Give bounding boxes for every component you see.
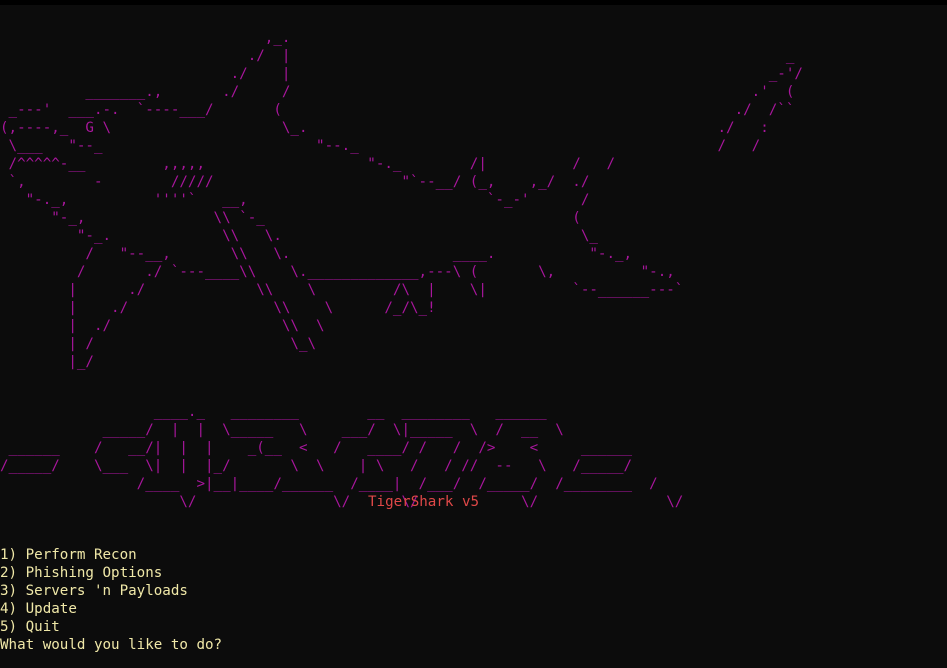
menu-item-perform-recon: 1) Perform Recon [0,547,137,563]
terminal-top-border [0,0,947,5]
logo-text: ____._ ________ __ ________ ______ _____… [0,404,684,510]
shark-ascii-art: ,_. ./ | _ ./ | _-'/ _______., ./ / .' (… [0,30,803,370]
version-label: TigerShark v5 [368,494,480,510]
main-menu: 1) Perform Recon 2) Phishing Options 3) … [0,546,222,654]
input-prompt[interactable]: What would you like to do? [0,636,222,654]
menu-item-phishing-options: 2) Phishing Options [0,565,163,581]
menu-item-update: 4) Update [0,601,77,617]
terminal-window[interactable]: ,_. ./ | _ ./ | _-'/ _______., ./ / .' (… [0,0,947,668]
tigershark-logo-ascii-art: ____._ ________ __ ________ ______ _____… [0,403,683,511]
menu-item-servers-payloads: 3) Servers 'n Payloads [0,583,188,599]
menu-item-quit: 5) Quit [0,619,60,635]
